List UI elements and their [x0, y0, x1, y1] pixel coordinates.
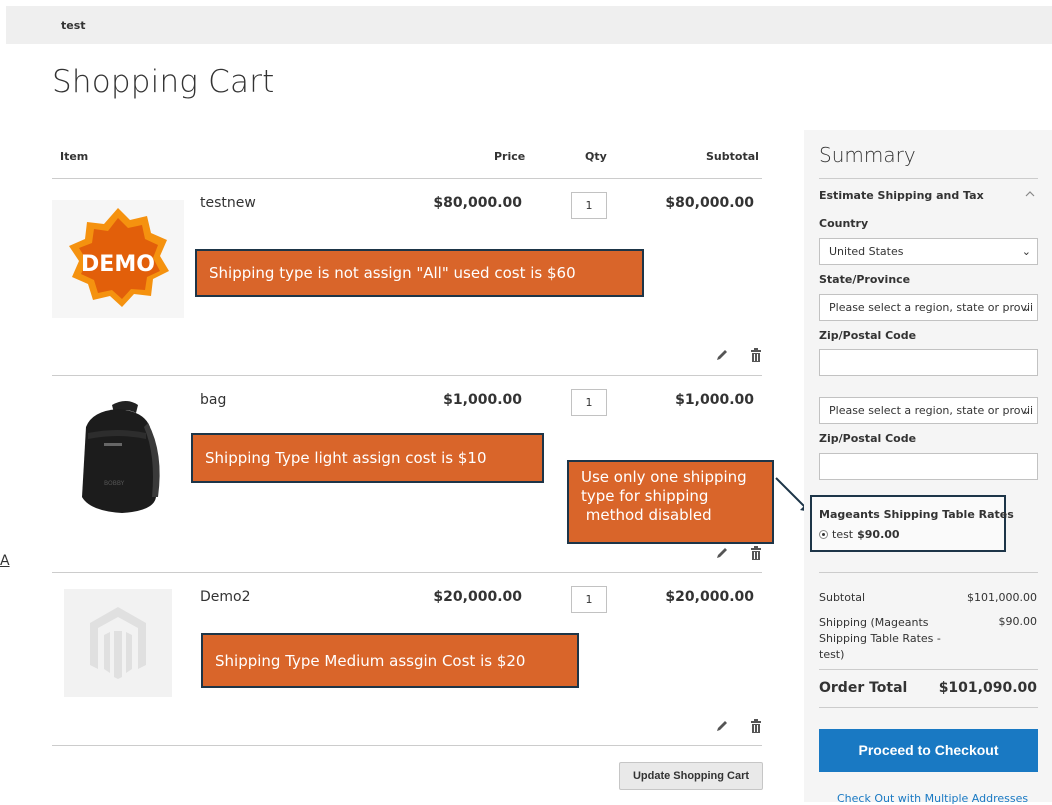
product-subtotal: $1,000.00	[675, 392, 754, 408]
svg-text:BOBBY: BOBBY	[104, 480, 125, 487]
shipping-label-line: Shipping (Mageants	[819, 616, 929, 629]
subtotal-label: Subtotal	[819, 591, 866, 604]
page-title: Shopping Cart	[52, 64, 275, 100]
annotation-text: Shipping Type light assign cost is $10	[205, 449, 487, 467]
col-subtotal: Subtotal	[706, 150, 759, 163]
backpack-icon: BOBBY	[82, 401, 160, 513]
pencil-icon[interactable]	[714, 718, 730, 734]
product-price: $20,000.00	[433, 589, 522, 605]
shipping-label-line: Shipping Table Rates -	[819, 632, 941, 645]
divider	[819, 178, 1038, 179]
state-select[interactable]: Please select a region, state or provii …	[819, 294, 1038, 321]
annotation-callout: Shipping Type Medium assgin Cost is $20	[201, 633, 579, 688]
product-price: $1,000.00	[443, 392, 522, 408]
state-value: Please select a region, state or provii	[829, 301, 1034, 314]
zip-label: Zip/Postal Code	[819, 432, 917, 445]
col-price: Price	[494, 150, 526, 163]
subtotal-value: $101,000.00	[967, 591, 1037, 604]
product-subtotal: $20,000.00	[665, 589, 754, 605]
annotation-text: method disabled	[581, 506, 712, 524]
annotation-text: Use only one shipping	[581, 468, 747, 486]
trash-icon[interactable]	[748, 347, 764, 363]
proceed-to-checkout-button[interactable]: Proceed to Checkout	[819, 729, 1038, 772]
estimate-shipping-toggle[interactable]: Estimate Shipping and Tax	[819, 189, 984, 202]
multiple-addresses-link[interactable]: Check Out with Multiple Addresses	[837, 792, 1028, 805]
summary-title: Summary	[819, 143, 916, 167]
annotation-text: Shipping type is not assign "All" used c…	[209, 264, 576, 282]
divider	[52, 375, 762, 376]
chevron-down-icon: ⌄	[1021, 404, 1031, 417]
product-image-demo[interactable]: DEMO	[52, 200, 184, 318]
col-qty: Qty	[585, 150, 607, 163]
annotation-text: type for shipping	[581, 487, 709, 505]
state-value: Please select a region, state or provii	[829, 404, 1034, 417]
shipping-option[interactable]: test $90.00	[819, 528, 900, 541]
shipping-option-name: test	[832, 528, 854, 541]
state-select[interactable]: Please select a region, state or provii …	[819, 397, 1038, 424]
qty-input[interactable]: 1	[571, 586, 607, 613]
zip-input[interactable]	[819, 453, 1038, 480]
country-value: United States	[829, 245, 904, 258]
chevron-down-icon: ⌄	[1021, 245, 1031, 258]
zip-input[interactable]	[819, 349, 1038, 376]
shipping-option-price: $90.00	[857, 528, 900, 541]
zip-label: Zip/Postal Code	[819, 329, 917, 342]
trash-icon[interactable]	[748, 718, 764, 734]
col-item: Item	[60, 150, 89, 163]
product-subtotal: $80,000.00	[665, 195, 754, 211]
divider	[52, 178, 762, 179]
annotation-callout: Use only one shipping type for shipping …	[567, 460, 774, 544]
radio-icon[interactable]	[819, 530, 828, 539]
divider	[819, 669, 1038, 670]
divider	[819, 707, 1038, 708]
annotation-callout: Shipping Type light assign cost is $10	[191, 433, 544, 483]
shipping-value: $90.00	[998, 615, 1038, 628]
country-label: Country	[819, 217, 869, 230]
cut-off-link[interactable]: A	[0, 553, 10, 569]
demo-badge-icon: DEMO	[69, 208, 169, 307]
shipping-label: Shipping (Mageants Shipping Table Rates …	[819, 615, 941, 663]
product-image-bag[interactable]: BOBBY	[52, 393, 184, 525]
product-name[interactable]: bag	[200, 392, 226, 408]
product-image-placeholder[interactable]	[64, 589, 172, 697]
shipping-label-line: test)	[819, 648, 845, 661]
pencil-icon[interactable]	[714, 347, 730, 363]
annotation-callout: Shipping type is not assign "All" used c…	[195, 249, 644, 297]
pencil-icon[interactable]	[714, 545, 730, 561]
shipping-method-title: Mageants Shipping Table Rates	[819, 508, 1014, 521]
qty-input[interactable]: 1	[571, 389, 607, 416]
product-name[interactable]: Demo2	[200, 589, 251, 605]
store-name: test	[61, 19, 86, 32]
state-label: State/Province	[819, 273, 911, 286]
chevron-down-icon: ⌄	[1021, 301, 1031, 314]
qty-input[interactable]: 1	[571, 192, 607, 219]
top-bar: test	[6, 6, 1052, 44]
divider	[819, 572, 1038, 573]
divider	[52, 745, 762, 746]
update-cart-button[interactable]: Update Shopping Cart	[619, 762, 763, 790]
shipping-method-box	[810, 495, 1006, 552]
svg-text:DEMO: DEMO	[81, 252, 155, 277]
product-price: $80,000.00	[433, 195, 522, 211]
country-select[interactable]: United States ⌄	[819, 238, 1038, 265]
magento-placeholder-icon	[90, 607, 146, 679]
chevron-up-icon[interactable]	[1025, 190, 1035, 198]
product-name[interactable]: testnew	[200, 195, 256, 211]
order-total-value: $101,090.00	[938, 680, 1037, 696]
divider	[52, 572, 762, 573]
trash-icon[interactable]	[748, 545, 764, 561]
annotation-text: Shipping Type Medium assgin Cost is $20	[215, 651, 526, 670]
order-total-label: Order Total	[819, 680, 908, 696]
